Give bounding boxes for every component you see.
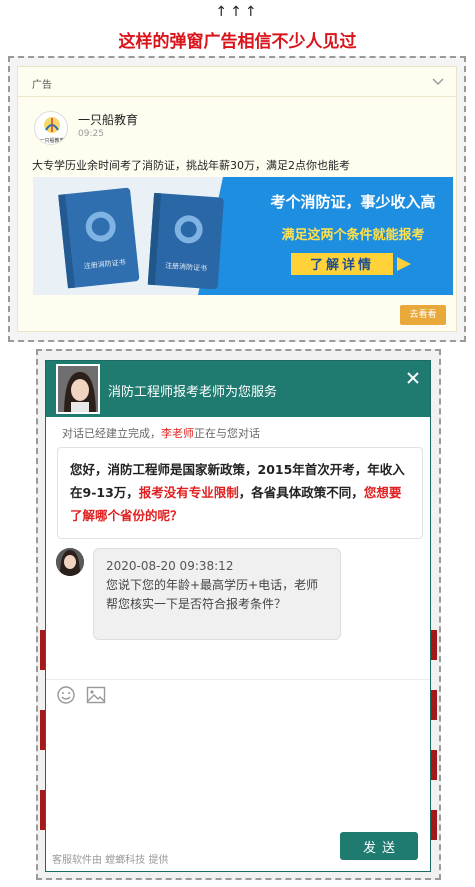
status-suffix: 正在与您对话: [194, 427, 260, 440]
ad-tag: 广告: [32, 80, 52, 91]
agent-message-bubble: 2020-08-20 09:38:12 您说下您的年龄+最高学历+电话，老师帮您…: [93, 548, 341, 640]
message-input[interactable]: [46, 709, 430, 821]
powered-by-note: 客服软件由 螳螂科技 提供: [52, 855, 169, 866]
message-timestamp: 2020-08-20 09:38:12: [106, 559, 234, 573]
welcome-part3: ，各省具体政策不同，: [238, 485, 364, 500]
close-icon[interactable]: [406, 371, 420, 385]
message-text: 您说下您的年龄+最高学历+电话，老师帮您核实一下是否符合报考条件？: [106, 578, 319, 611]
emoji-icon[interactable]: [56, 685, 76, 705]
arrows-indicator: ↑↑↑: [215, 4, 260, 20]
banner-line1: 考个消防证，事少收入高: [270, 193, 435, 211]
image-icon[interactable]: [86, 686, 106, 704]
chat-title: 消防工程师报考老师为您服务: [108, 385, 278, 400]
status-agent-name: 李老师: [161, 427, 194, 440]
send-button[interactable]: 发送: [340, 832, 418, 860]
ad-card[interactable]: 广告 一只船教育 一只船教育 09:25 大专学历业余时间考了消防证，挑战年薪3…: [17, 66, 457, 332]
welcome-message: 您好，消防工程师是国家新政策，2015年首次开考，年收入在9-13万，报考没有专…: [57, 447, 423, 539]
ad-header: 广告: [18, 67, 456, 97]
chat-header: 消防工程师报考老师为您服务: [46, 361, 430, 417]
banner-line2: 满足这两个条件就能报考: [281, 227, 424, 243]
agent-avatar: [56, 548, 84, 576]
ad-account-logo: 一只船教育: [34, 111, 68, 145]
go-see-button[interactable]: 去看看: [400, 305, 446, 325]
toolbar-divider: [46, 679, 430, 680]
chat-window: 消防工程师报考老师为您服务 对话已经建立完成，李老师正在与您对话 您好，消防工程…: [45, 360, 431, 872]
background-strip-right: [431, 630, 437, 860]
ad-time: 09:25: [78, 129, 104, 139]
ad-frame: 广告 一只船教育 一只船教育 09:25 大专学历业余时间考了消防证，挑战年薪3…: [8, 56, 466, 342]
chevron-down-icon[interactable]: [432, 75, 444, 87]
headline-caption: 这样的弹窗广告相信不少人见过: [118, 32, 357, 52]
welcome-part2: 报考没有专业限制: [138, 485, 239, 500]
ad-account-name[interactable]: 一只船教育: [78, 111, 138, 128]
connection-status: 对话已经建立完成，李老师正在与您对话: [62, 425, 260, 441]
ad-logo-text: 一只船教育: [39, 137, 64, 144]
ad-banner-image[interactable]: 注册消防证书 注册消防证书 考个消防证，事少收入高 满足这两个条件就能报考 了解…: [33, 177, 453, 295]
ad-text[interactable]: 大专学历业余时间考了消防证，挑战年薪30万，满足2点你也能考: [32, 157, 350, 173]
status-prefix: 对话已经建立完成，: [62, 427, 161, 440]
banner-cta: 了解详情: [310, 257, 374, 273]
agent-avatar-large: [56, 364, 100, 414]
